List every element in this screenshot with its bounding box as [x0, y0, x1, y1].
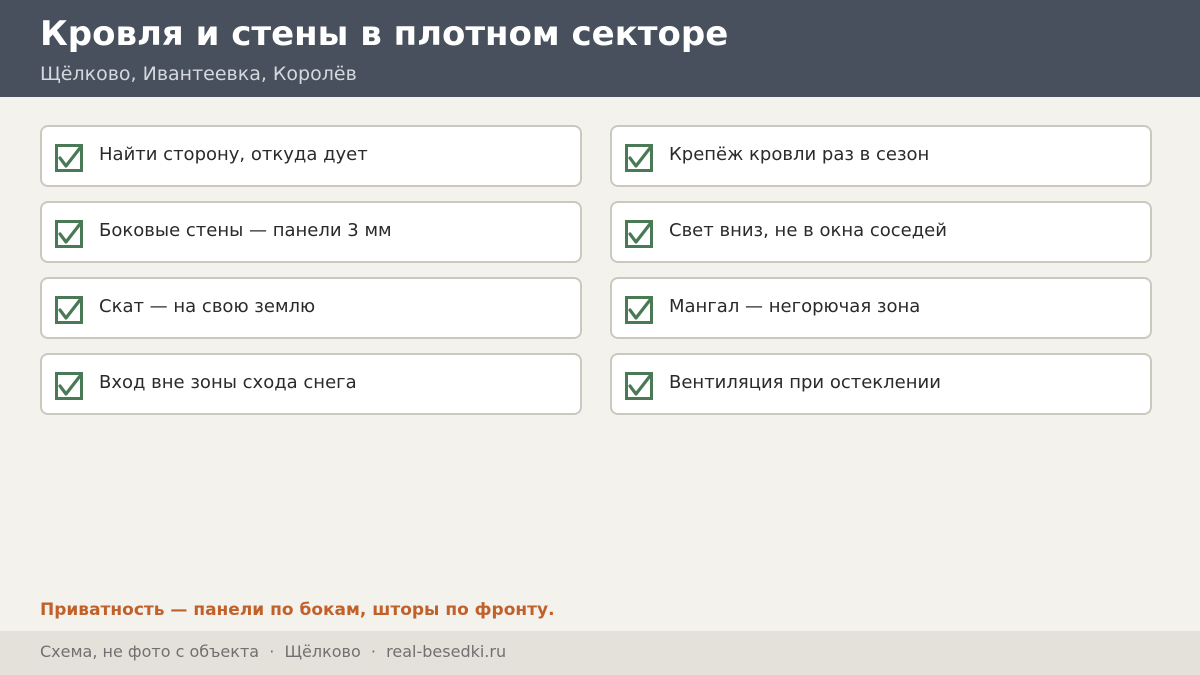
checklist-item-label: Вентиляция при остеклении: [669, 372, 941, 393]
checklist-item-label: Найти сторону, откуда дует: [99, 144, 368, 165]
footer-caption: Схема, не фото с объекта · Щёлково · rea…: [40, 642, 507, 661]
checklist-item-label: Вход вне зоны схода снега: [99, 372, 357, 393]
checklist-item: Свет вниз, не в окна соседей: [610, 201, 1152, 263]
checklist-item-label: Крепёж кровли раз в сезон: [669, 144, 930, 165]
checked-box-icon: [625, 144, 653, 172]
checklist-item: Вход вне зоны схода снега: [40, 353, 582, 415]
checklist-grid: Найти сторону, откуда дует Боковые стены…: [40, 125, 1156, 421]
checklist-item: Вентиляция при остеклении: [610, 353, 1152, 415]
footer-bar: Схема, не фото с объекта · Щёлково · rea…: [0, 631, 1200, 675]
checklist-item: Крепёж кровли раз в сезон: [610, 125, 1152, 187]
header-bar: Кровля и стены в плотном секторе Щёлково…: [0, 0, 1200, 97]
page-subtitle: Щёлково, Ивантеевка, Королёв: [40, 63, 357, 85]
checklist-item: Скат — на свою землю: [40, 277, 582, 339]
checklist-item-label: Мангал — негорючая зона: [669, 296, 921, 317]
checklist-item: Мангал — негорючая зона: [610, 277, 1152, 339]
page-title: Кровля и стены в плотном секторе: [40, 14, 729, 54]
checked-box-icon: [55, 296, 83, 324]
checked-box-icon: [625, 372, 653, 400]
checked-box-icon: [625, 220, 653, 248]
checklist-item: Найти сторону, откуда дует: [40, 125, 582, 187]
checked-box-icon: [625, 296, 653, 324]
checked-box-icon: [55, 220, 83, 248]
checklist-item: Боковые стены — панели 3 мм: [40, 201, 582, 263]
privacy-note: Приватность — панели по бокам, шторы по …: [40, 600, 555, 620]
checked-box-icon: [55, 372, 83, 400]
checklist-item-label: Боковые стены — панели 3 мм: [99, 220, 392, 241]
checklist-item-label: Свет вниз, не в окна соседей: [669, 220, 947, 241]
checklist-item-label: Скат — на свою землю: [99, 296, 316, 317]
checked-box-icon: [55, 144, 83, 172]
